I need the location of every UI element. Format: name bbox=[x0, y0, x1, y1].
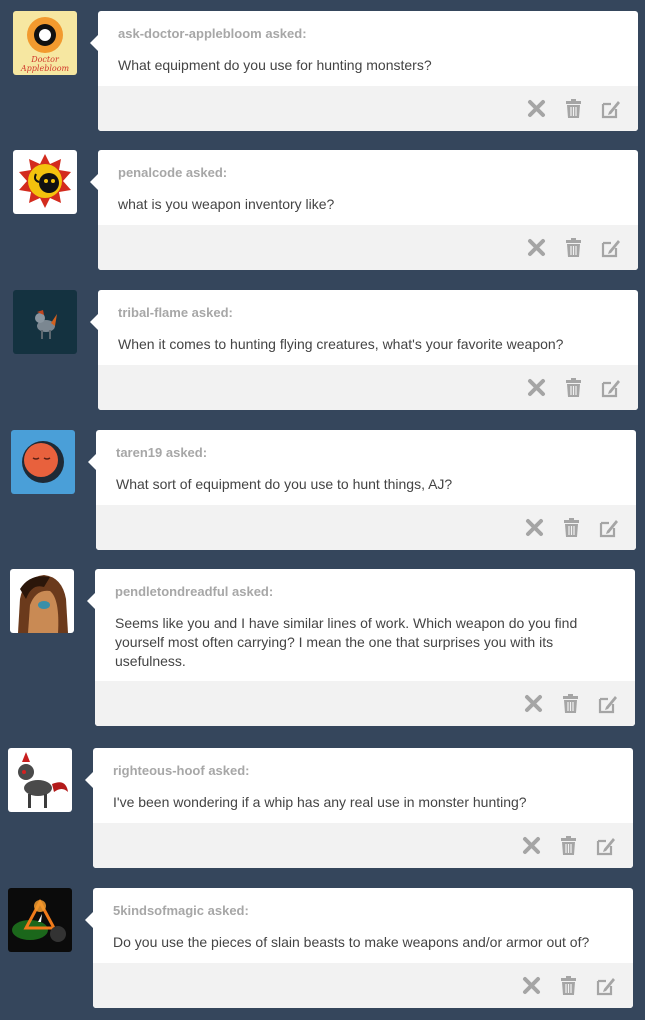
ask-card: pendletondreadful asked: Seems like you … bbox=[87, 569, 635, 726]
post-footer bbox=[98, 86, 638, 131]
asker-name[interactable]: tribal-flame asked: bbox=[118, 305, 233, 320]
question-text: I've been wondering if a whip has any re… bbox=[113, 794, 527, 810]
avatar[interactable] bbox=[8, 888, 72, 952]
trash-icon[interactable] bbox=[560, 517, 583, 539]
avatar[interactable]: Doctor Applebloom bbox=[13, 11, 77, 75]
edit-icon[interactable] bbox=[594, 975, 617, 997]
asker-name[interactable]: ask-doctor-applebloom asked: bbox=[118, 26, 307, 41]
close-icon[interactable] bbox=[525, 237, 548, 259]
edit-icon[interactable] bbox=[597, 517, 620, 539]
avatar-logo-text: Doctor bbox=[30, 55, 60, 64]
post-footer bbox=[96, 505, 636, 550]
post-footer bbox=[93, 823, 633, 868]
edit-icon[interactable] bbox=[596, 693, 619, 715]
ask-card: righteous-hoof asked: I've been wonderin… bbox=[85, 748, 633, 868]
edit-icon[interactable] bbox=[599, 237, 622, 259]
close-icon[interactable] bbox=[523, 517, 546, 539]
asker-name[interactable]: 5kindsofmagic asked: bbox=[113, 903, 249, 918]
edit-icon[interactable] bbox=[599, 377, 622, 399]
asker-name[interactable]: righteous-hoof asked: bbox=[113, 763, 250, 778]
trash-icon[interactable] bbox=[562, 98, 585, 120]
edit-icon[interactable] bbox=[599, 98, 622, 120]
avatar-logo-text: Applebloom bbox=[20, 64, 70, 73]
post-footer bbox=[98, 225, 638, 270]
question-text: What sort of equipment do you use to hun… bbox=[116, 476, 453, 492]
trash-icon[interactable] bbox=[562, 237, 585, 259]
asker-name[interactable]: pendletondreadful asked: bbox=[115, 584, 273, 599]
post-footer bbox=[93, 963, 633, 1008]
ask-card: tribal-flame asked: When it comes to hun… bbox=[90, 290, 638, 410]
question-text: what is you weapon inventory like? bbox=[118, 196, 335, 212]
post-footer bbox=[95, 681, 635, 726]
asker-name[interactable]: taren19 asked: bbox=[116, 445, 207, 460]
avatar[interactable] bbox=[11, 430, 75, 494]
close-icon[interactable] bbox=[525, 98, 548, 120]
trash-icon[interactable] bbox=[559, 693, 582, 715]
question-text: Seems like you and I have similar lines … bbox=[115, 615, 578, 669]
post-footer bbox=[98, 365, 638, 410]
close-icon[interactable] bbox=[520, 975, 543, 997]
asker-name[interactable]: penalcode asked: bbox=[118, 165, 227, 180]
ask-card: ask-doctor-applebloom asked: What equipm… bbox=[90, 11, 638, 131]
avatar[interactable] bbox=[13, 150, 77, 214]
close-icon[interactable] bbox=[520, 835, 543, 857]
avatar[interactable] bbox=[13, 290, 77, 354]
avatar[interactable] bbox=[10, 569, 74, 633]
question-text: What equipment do you use for hunting mo… bbox=[118, 57, 432, 73]
avatar[interactable] bbox=[8, 748, 72, 812]
ask-card: penalcode asked: what is you weapon inve… bbox=[90, 150, 638, 270]
trash-icon[interactable] bbox=[557, 975, 580, 997]
close-icon[interactable] bbox=[525, 377, 548, 399]
trash-icon[interactable] bbox=[562, 377, 585, 399]
close-icon[interactable] bbox=[522, 693, 545, 715]
trash-icon[interactable] bbox=[557, 835, 580, 857]
ask-card: taren19 asked: What sort of equipment do… bbox=[88, 430, 636, 550]
question-text: When it comes to hunting flying creature… bbox=[118, 336, 564, 352]
edit-icon[interactable] bbox=[594, 835, 617, 857]
ask-card: 5kindsofmagic asked: Do you use the piec… bbox=[85, 888, 633, 1008]
question-text: Do you use the pieces of slain beasts to… bbox=[113, 934, 590, 950]
